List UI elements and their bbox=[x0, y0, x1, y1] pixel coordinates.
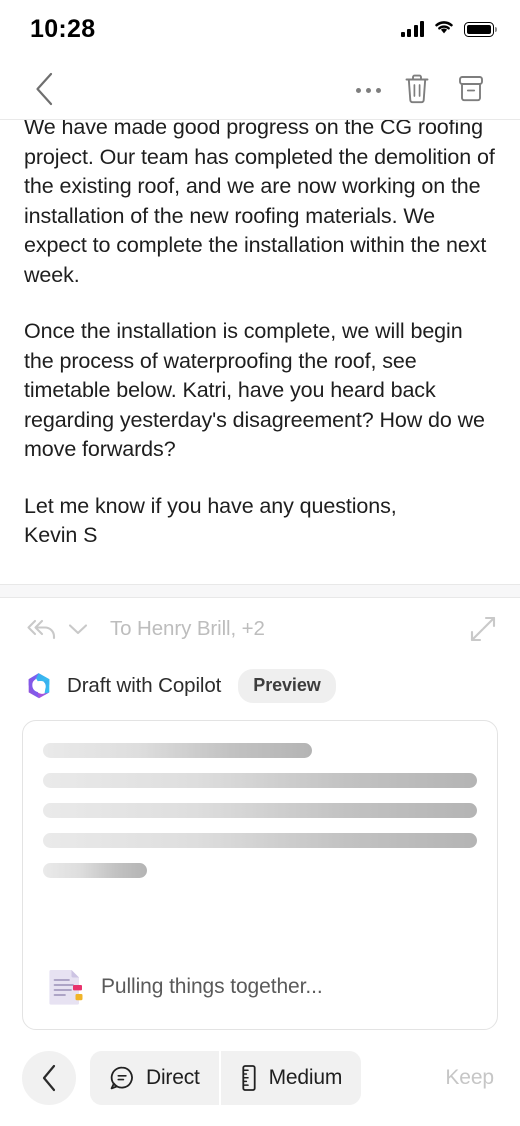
more-options-button[interactable] bbox=[346, 69, 390, 109]
draft-settings-segmented-control: Direct Medium bbox=[90, 1051, 362, 1105]
copilot-options-toolbar: Direct Medium Keep bbox=[0, 1030, 520, 1126]
email-body: We have made good progress on the CG roo… bbox=[24, 120, 496, 584]
recipients-expand-button[interactable] bbox=[68, 623, 88, 636]
email-signature: Kevin S bbox=[24, 523, 98, 547]
copilot-draft-row[interactable]: Draft with Copilot Preview bbox=[0, 660, 520, 712]
keep-button[interactable]: Keep bbox=[435, 1056, 498, 1100]
skeleton-line bbox=[43, 863, 148, 878]
skeleton-line bbox=[43, 833, 477, 848]
skeleton-line bbox=[43, 773, 477, 788]
archive-icon bbox=[459, 76, 483, 102]
chevron-left-icon bbox=[42, 1064, 55, 1092]
preview-badge: Preview bbox=[238, 669, 336, 703]
email-paragraph-3: Let me know if you have any questions, bbox=[24, 493, 397, 518]
wifi-icon bbox=[433, 18, 455, 40]
section-divider bbox=[0, 584, 520, 598]
recipients-label[interactable]: To Henry Brill, +2 bbox=[110, 617, 458, 641]
length-option-button[interactable]: Medium bbox=[218, 1051, 362, 1105]
tone-option-label: Direct bbox=[146, 1066, 200, 1089]
speech-bubble-icon bbox=[109, 1065, 135, 1091]
copilot-draft-label: Draft with Copilot bbox=[67, 674, 222, 697]
battery-full-icon bbox=[464, 21, 498, 37]
document-processing-icon bbox=[47, 967, 85, 1007]
status-bar-icons bbox=[400, 18, 498, 40]
status-bar: 10:28 bbox=[0, 0, 520, 58]
draft-status-text: Pulling things together... bbox=[101, 975, 323, 998]
trash-icon bbox=[405, 74, 429, 104]
reply-all-button[interactable] bbox=[24, 616, 58, 642]
tone-option-button[interactable]: Direct bbox=[90, 1051, 219, 1105]
draft-status-row: Pulling things together... bbox=[43, 967, 477, 1007]
chevron-down-icon bbox=[68, 623, 88, 634]
expand-diagonal-icon bbox=[470, 616, 496, 642]
archive-button[interactable] bbox=[444, 67, 498, 111]
cellular-signal-icon bbox=[400, 21, 424, 37]
toolbar-back-button[interactable] bbox=[22, 1051, 76, 1105]
reply-all-icon bbox=[27, 619, 56, 640]
status-bar-time: 10:28 bbox=[30, 14, 96, 43]
back-button[interactable] bbox=[24, 69, 64, 109]
loading-skeleton bbox=[43, 743, 477, 878]
skeleton-line bbox=[43, 743, 313, 758]
more-horizontal-icon bbox=[353, 80, 383, 98]
ruler-icon bbox=[240, 1064, 258, 1092]
chevron-left-icon bbox=[36, 72, 53, 105]
skeleton-line bbox=[43, 803, 477, 818]
expand-compose-button[interactable] bbox=[468, 614, 498, 644]
reply-header: To Henry Brill, +2 bbox=[0, 598, 520, 660]
email-body-scroll[interactable]: We have made good progress on the CG roo… bbox=[0, 120, 520, 584]
navigation-bar bbox=[0, 58, 520, 120]
copilot-draft-card[interactable]: Pulling things together... bbox=[22, 720, 498, 1030]
email-paragraph-2: Once the installation is complete, we wi… bbox=[24, 319, 485, 461]
length-option-label: Medium bbox=[268, 1066, 343, 1089]
delete-button[interactable] bbox=[390, 67, 444, 111]
copilot-logo-icon bbox=[24, 671, 54, 701]
email-paragraph-1: We have made good progress on the CG roo… bbox=[24, 120, 495, 287]
email-detail-screen: 10:28 We have made good progress on the … bbox=[0, 0, 520, 1126]
